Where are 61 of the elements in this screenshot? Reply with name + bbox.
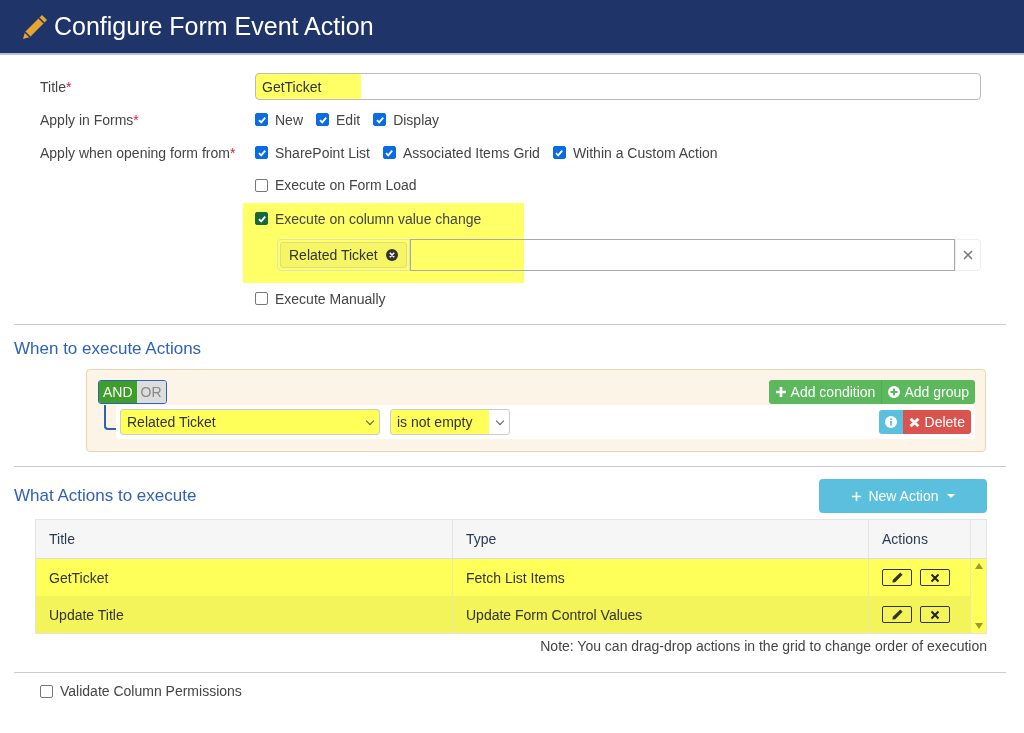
plus-circle-icon (888, 386, 901, 398)
operator-select[interactable]: is not empty (390, 409, 510, 435)
field-select[interactable]: Related Ticket (120, 409, 380, 435)
required-mark: * (133, 111, 139, 128)
plus-icon (774, 386, 787, 398)
table-row[interactable]: Update Title Update Form Control Values (36, 596, 971, 633)
section-heading: What Actions to execute (14, 486, 197, 506)
checkbox-label: New (275, 111, 303, 128)
required-mark: * (65, 78, 72, 95)
remove-button[interactable] (920, 606, 950, 623)
checkbox[interactable] (255, 178, 268, 192)
pencil-icon (890, 571, 904, 584)
checkbox[interactable] (40, 684, 53, 698)
close-icon (963, 249, 973, 260)
scrollbar[interactable] (971, 559, 986, 633)
checkbox-label: Display (393, 111, 440, 128)
checkbox-label: Execute on Form Load (275, 177, 417, 193)
scroll-down-icon[interactable] (973, 622, 984, 630)
checkbox-label: Execute on column value change (275, 210, 482, 227)
scroll-up-icon[interactable] (973, 562, 984, 570)
table-cell: Update Form Control Values (453, 596, 869, 633)
remove-icon[interactable] (385, 248, 398, 261)
section-heading: When to execute Actions (14, 339, 203, 359)
field-label: Apply when opening form from (40, 144, 230, 161)
note-text: Note: You can drag-drop actions in the grid to change order of execution (539, 638, 987, 654)
checkbox[interactable] (552, 146, 566, 159)
checkbox[interactable] (255, 146, 268, 159)
checkbox-label: Validate Column Permissions (60, 683, 242, 699)
checkbox[interactable] (255, 113, 268, 126)
remove-button[interactable] (920, 569, 950, 586)
checkbox[interactable] (316, 113, 329, 126)
table-cell: Update Title (36, 596, 453, 633)
checkbox[interactable] (255, 212, 268, 225)
checkbox-label: Associated Items Grid (402, 144, 540, 161)
column-input[interactable] (409, 238, 955, 271)
required-mark: * (229, 144, 236, 161)
checkbox[interactable] (382, 146, 396, 159)
edit-button[interactable] (882, 606, 912, 623)
table-row[interactable]: GetTicket Fetch List Items (36, 559, 971, 596)
close-icon (930, 609, 940, 620)
info-icon (884, 416, 897, 428)
close-icon (908, 416, 920, 428)
checkbox-label: Execute Manually (275, 290, 386, 307)
plus-icon (851, 490, 863, 502)
field-label: Title (40, 78, 66, 95)
checkbox[interactable] (373, 113, 387, 126)
title-input[interactable]: GetTicket (255, 73, 981, 100)
column-header: Actions (869, 520, 971, 558)
checkbox-label: SharePoint List (275, 144, 370, 161)
window-title: Configure Form Event Action (54, 12, 374, 41)
column-header: Type (453, 520, 869, 558)
checkbox-label: Edit (336, 111, 361, 128)
pencil-icon (890, 608, 904, 621)
field-label: Apply in Forms (40, 111, 134, 128)
delete-button[interactable]: Delete (902, 410, 971, 434)
edit-button[interactable] (882, 569, 912, 586)
column-tag[interactable]: Related Ticket (280, 241, 407, 268)
checkbox[interactable] (255, 292, 268, 305)
checkbox-label: Within a Custom Action (572, 144, 718, 161)
column-header: Title (36, 520, 453, 558)
close-icon (930, 572, 940, 583)
